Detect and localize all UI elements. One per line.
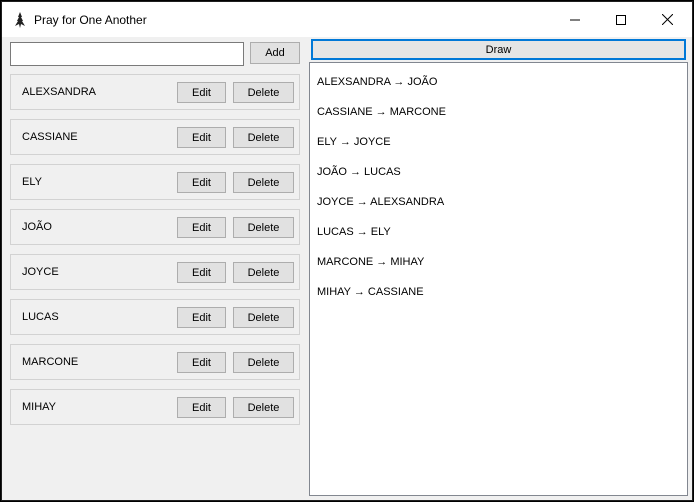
result-line: JOYCE → ALEXSANDRA xyxy=(317,196,445,208)
person-row: CASSIANE Edit Delete xyxy=(10,119,300,155)
person-row: JOÃO Edit Delete xyxy=(10,209,300,245)
person-row: MARCONE Edit Delete xyxy=(10,344,300,380)
delete-button-label: Delete xyxy=(247,131,280,144)
delete-button-label: Delete xyxy=(247,176,280,189)
edit-button[interactable]: Edit xyxy=(177,127,226,148)
edit-button-label: Edit xyxy=(192,176,211,189)
person-name: CASSIANE xyxy=(22,131,78,143)
name-input[interactable] xyxy=(10,42,244,66)
people-panel: Add ALEXSANDRA Edit Delete CASSIANE Edit Dele… xyxy=(7,38,305,498)
result-line: ALEXSANDRA → JOÃO xyxy=(317,76,438,88)
delete-button[interactable]: Delete xyxy=(233,307,294,328)
maximize-icon xyxy=(616,14,626,25)
delete-button-label: Delete xyxy=(247,356,280,369)
draw-results[interactable]: ALEXSANDRA → JOÃO CASSIANE → MARCONE ELY →… xyxy=(309,62,688,496)
app-icon xyxy=(15,12,25,28)
person-name: JOYCE xyxy=(22,266,59,278)
delete-button[interactable]: Delete xyxy=(233,172,294,193)
minimize-button[interactable] xyxy=(552,2,598,37)
person-row: LUCAS Edit Delete xyxy=(10,299,300,335)
person-row: ELY Edit Delete xyxy=(10,164,300,200)
edit-button-label: Edit xyxy=(192,221,211,234)
edit-button[interactable]: Edit xyxy=(177,397,226,418)
result-line: MARCONE → MIHAY xyxy=(317,256,425,268)
person-name: MIHAY xyxy=(22,401,57,413)
person-name: JOÃO xyxy=(22,221,52,233)
close-icon xyxy=(661,14,673,25)
person-name: ELY xyxy=(22,176,42,188)
edit-button-label: Edit xyxy=(192,401,211,414)
delete-button[interactable]: Delete xyxy=(233,127,294,148)
person-row: JOYCE Edit Delete xyxy=(10,254,300,290)
person-row: MIHAY Edit Delete xyxy=(10,389,300,425)
person-name: LUCAS xyxy=(22,311,59,323)
window-title: Pray for One Another xyxy=(34,13,147,27)
edit-button-label: Edit xyxy=(192,266,211,279)
result-line: ELY → JOYCE xyxy=(317,136,391,148)
edit-button-label: Edit xyxy=(192,86,211,99)
result-line: MIHAY → CASSIANE xyxy=(317,286,424,298)
delete-button[interactable]: Delete xyxy=(233,82,294,103)
result-line: CASSIANE → MARCONE xyxy=(317,106,446,118)
delete-button-label: Delete xyxy=(247,221,280,234)
close-button[interactable] xyxy=(644,2,690,37)
edit-button-label: Edit xyxy=(192,311,211,324)
maximize-button[interactable] xyxy=(598,2,644,37)
draw-button-label: Draw xyxy=(485,43,512,56)
person-name: ALEXSANDRA xyxy=(22,86,96,98)
result-line: JOÃO → LUCAS xyxy=(317,166,401,178)
delete-button[interactable]: Delete xyxy=(233,217,294,238)
edit-button-label: Edit xyxy=(192,356,211,369)
delete-button-label: Delete xyxy=(247,311,280,324)
title-bar[interactable]: Pray for One Another xyxy=(2,2,692,37)
result-line: LUCAS → ELY xyxy=(317,226,391,238)
delete-button-label: Delete xyxy=(247,86,280,99)
edit-button[interactable]: Edit xyxy=(177,82,226,103)
delete-button[interactable]: Delete xyxy=(233,352,294,373)
edit-button-label: Edit xyxy=(192,131,211,144)
app-window: Pray for One Another Add ALEXSANDRA Edit D… xyxy=(1,1,693,501)
edit-button[interactable]: Edit xyxy=(177,217,226,238)
delete-button-label: Delete xyxy=(247,401,280,414)
add-button[interactable]: Add xyxy=(250,42,300,64)
person-row: ALEXSANDRA Edit Delete xyxy=(10,74,300,110)
edit-button[interactable]: Edit xyxy=(177,352,226,373)
minimize-icon xyxy=(570,19,580,20)
person-name: MARCONE xyxy=(22,356,79,368)
delete-button[interactable]: Delete xyxy=(233,262,294,283)
edit-button[interactable]: Edit xyxy=(177,307,226,328)
edit-button[interactable]: Edit xyxy=(177,172,226,193)
add-button-label: Add xyxy=(265,47,285,59)
delete-button[interactable]: Delete xyxy=(233,397,294,418)
edit-button[interactable]: Edit xyxy=(177,262,226,283)
delete-button-label: Delete xyxy=(247,266,280,279)
draw-button[interactable]: Draw xyxy=(311,39,686,60)
draw-panel: Draw ALEXSANDRA → JOÃO CASSIANE → MARCONE… xyxy=(309,38,688,496)
